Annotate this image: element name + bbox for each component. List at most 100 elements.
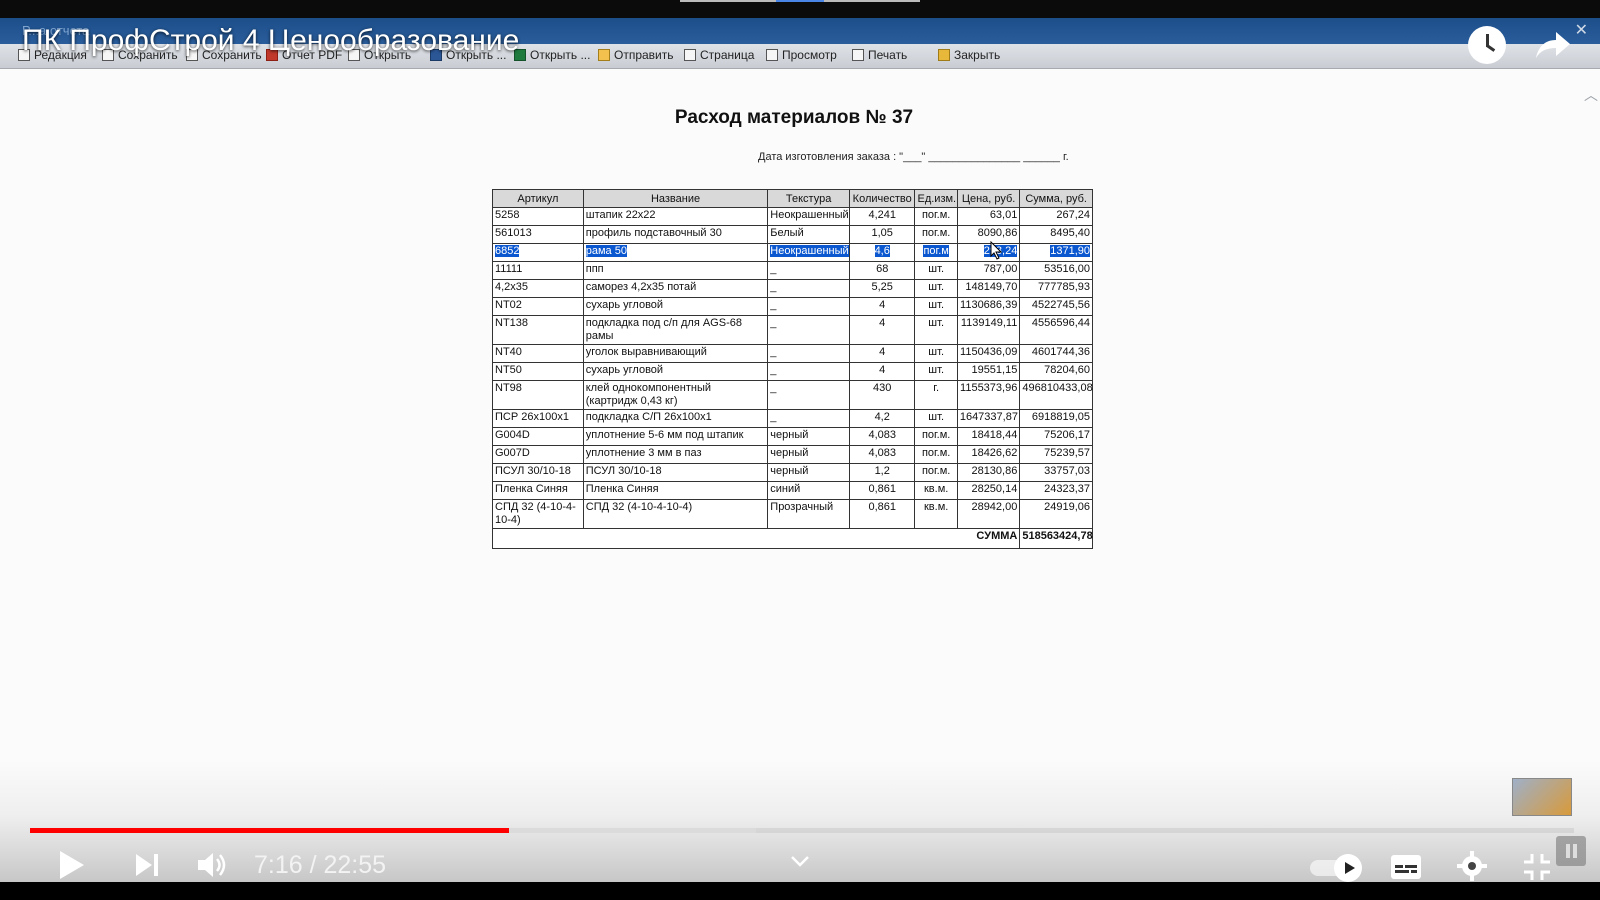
cell-price[interactable]: 787,00 <box>956 261 1021 280</box>
cell-unit[interactable]: кв.м. <box>914 481 958 500</box>
cell-unit[interactable]: кв.м. <box>914 499 958 529</box>
cell-name[interactable]: уголок выравнивающий <box>582 344 769 363</box>
cell-art[interactable]: 11111 <box>492 261 584 280</box>
toolbar-button-10[interactable]: Печать <box>852 48 907 62</box>
cell-qty[interactable]: 5,25 <box>848 279 916 298</box>
toolbar-button-6[interactable]: Открыть ... <box>514 48 590 62</box>
column-header[interactable]: Название <box>582 189 769 208</box>
table-row[interactable]: ПСР 26х100х1 подкладка С/П 26х100х1 _ 4,2 шт… <box>492 409 1093 428</box>
scroll-up-icon[interactable]: ︿ <box>1584 85 1598 105</box>
cell-art[interactable]: 5258 <box>492 207 584 226</box>
cell-art[interactable]: 6852 <box>492 243 584 262</box>
column-header[interactable]: Количество <box>848 189 916 208</box>
chevron-down-icon[interactable] <box>790 854 810 868</box>
cell-sum[interactable]: 75206,17 <box>1019 427 1093 446</box>
cell-name[interactable]: подкладка С/П 26х100х1 <box>582 409 769 428</box>
cell-texture[interactable]: _ <box>767 409 850 428</box>
cell-qty[interactable]: 430 <box>848 380 916 410</box>
column-header[interactable]: Артикул <box>492 189 584 208</box>
cell-name[interactable]: рама 50 <box>582 243 769 262</box>
exit-fullscreen-icon[interactable] <box>1522 852 1552 882</box>
cell-texture[interactable]: _ <box>767 380 850 410</box>
cell-sum[interactable]: 53516,00 <box>1019 261 1093 280</box>
cell-qty[interactable]: 0,861 <box>848 499 916 529</box>
column-header[interactable]: Текстура <box>767 189 850 208</box>
next-button[interactable] <box>132 850 162 880</box>
cell-art[interactable]: NT50 <box>492 362 584 381</box>
share-icon[interactable] <box>1534 26 1572 64</box>
cell-name[interactable]: уплотнение 3 мм в паз <box>582 445 769 464</box>
cell-sum[interactable]: 777785,93 <box>1019 279 1093 298</box>
column-header[interactable]: Цена, руб. <box>956 189 1021 208</box>
cell-sum[interactable]: 1371,90 <box>1019 243 1093 262</box>
toolbar-button-8[interactable]: Страница <box>684 48 754 62</box>
video-title[interactable]: ПК ПрофСтрой 4 Ценообразование <box>22 24 519 58</box>
cell-texture[interactable]: _ <box>767 297 850 316</box>
cell-qty[interactable]: 4,6 <box>848 243 916 262</box>
cell-art[interactable]: NT02 <box>492 297 584 316</box>
cell-price[interactable]: 19551,15 <box>956 362 1021 381</box>
window-close-icon[interactable]: ✕ <box>1575 20 1588 40</box>
cell-price[interactable]: 298,24 <box>956 243 1021 262</box>
cell-sum[interactable]: 496810433,08 <box>1019 380 1093 410</box>
cell-name[interactable]: профиль подставочный 30 <box>582 225 769 244</box>
cell-name[interactable]: ПСУЛ 30/10-18 <box>582 463 769 482</box>
cell-price[interactable]: 18418,44 <box>956 427 1021 446</box>
column-header[interactable]: Сумма, руб. <box>1019 189 1093 208</box>
cell-price[interactable]: 28130,86 <box>956 463 1021 482</box>
cell-texture[interactable]: черный <box>767 445 850 464</box>
cell-sum[interactable]: 24919,06 <box>1019 499 1093 529</box>
pause-overlay-icon[interactable] <box>1556 836 1586 866</box>
column-header[interactable]: Ед.изм. <box>914 189 958 208</box>
cell-price[interactable]: 1130686,39 <box>956 297 1021 316</box>
table-row[interactable]: NT50 сухарь угловой _ 4 шт. 19551,15 78204,60 <box>492 362 1093 381</box>
cell-art[interactable]: 561013 <box>492 225 584 244</box>
table-row[interactable]: СПД 32 (4-10-4-10-4) СПД 32 (4-10-4-10-4)… <box>492 499 1093 529</box>
channel-logo-icon[interactable] <box>1512 778 1572 816</box>
cell-unit[interactable]: пог.м <box>914 243 958 262</box>
cell-texture[interactable]: черный <box>767 463 850 482</box>
cell-price[interactable]: 18426,62 <box>956 445 1021 464</box>
table-row[interactable]: NT02 сухарь угловой _ 4 шт. 1130686,39 4522745… <box>492 297 1093 316</box>
cell-sum[interactable]: 78204,60 <box>1019 362 1093 381</box>
cell-sum[interactable]: 4556596,44 <box>1019 315 1093 345</box>
cell-unit[interactable]: шт. <box>914 279 958 298</box>
cell-art[interactable]: Пленка Синяя <box>492 481 584 500</box>
cell-art[interactable]: СПД 32 (4-10-4-10-4) <box>492 499 584 529</box>
cell-qty[interactable]: 68 <box>848 261 916 280</box>
cell-price[interactable]: 28942,00 <box>956 499 1021 529</box>
watch-later-icon[interactable] <box>1468 26 1506 64</box>
cell-price[interactable]: 1155373,96 <box>956 380 1021 410</box>
cell-unit[interactable]: пог.м. <box>914 225 958 244</box>
cell-qty[interactable]: 4 <box>848 362 916 381</box>
cell-unit[interactable]: шт. <box>914 362 958 381</box>
table-row[interactable]: 5258 штапик 22х22 Неокрашенный 4,241 пог.м. 6… <box>492 207 1093 226</box>
cell-qty[interactable]: 4,083 <box>848 445 916 464</box>
cell-sum[interactable]: 75239,57 <box>1019 445 1093 464</box>
cell-price[interactable]: 148149,70 <box>956 279 1021 298</box>
video-player[interactable]: Р...а отчета ✕ Редакция Сохранить Сохранит… <box>0 0 1600 900</box>
cell-name[interactable]: сухарь угловой <box>582 362 769 381</box>
cell-art[interactable]: ПСР 26х100х1 <box>492 409 584 428</box>
cell-texture[interactable]: синий <box>767 481 850 500</box>
cell-unit[interactable]: пог.м. <box>914 463 958 482</box>
cell-name[interactable]: сухарь угловой <box>582 297 769 316</box>
cell-unit[interactable]: г. <box>914 380 958 410</box>
cell-texture[interactable]: Белый <box>767 225 850 244</box>
cell-texture[interactable]: черный <box>767 427 850 446</box>
cell-unit[interactable]: шт. <box>914 409 958 428</box>
cell-unit[interactable]: пог.м. <box>914 445 958 464</box>
cell-unit[interactable]: шт. <box>914 297 958 316</box>
cell-texture[interactable]: Неокрашенный <box>767 207 850 226</box>
table-row[interactable]: Пленка Синяя Пленка Синяя синий 0,861 кв.м. 2… <box>492 481 1093 500</box>
cell-qty[interactable]: 4 <box>848 315 916 345</box>
cell-sum[interactable]: 24323,37 <box>1019 481 1093 500</box>
cell-texture[interactable]: _ <box>767 362 850 381</box>
cell-art[interactable]: NT138 <box>492 315 584 345</box>
cell-price[interactable]: 1647337,87 <box>956 409 1021 428</box>
volume-icon[interactable] <box>196 850 230 880</box>
cell-name[interactable]: Пленка Синяя <box>582 481 769 500</box>
table-row[interactable]: ПСУЛ 30/10-18 ПСУЛ 30/10-18 черный 1,2 пог.м… <box>492 463 1093 482</box>
cell-price[interactable]: 1139149,11 <box>956 315 1021 345</box>
table-row[interactable]: 11111 ппп _ 68 шт. 787,00 53516,00 <box>492 261 1093 280</box>
